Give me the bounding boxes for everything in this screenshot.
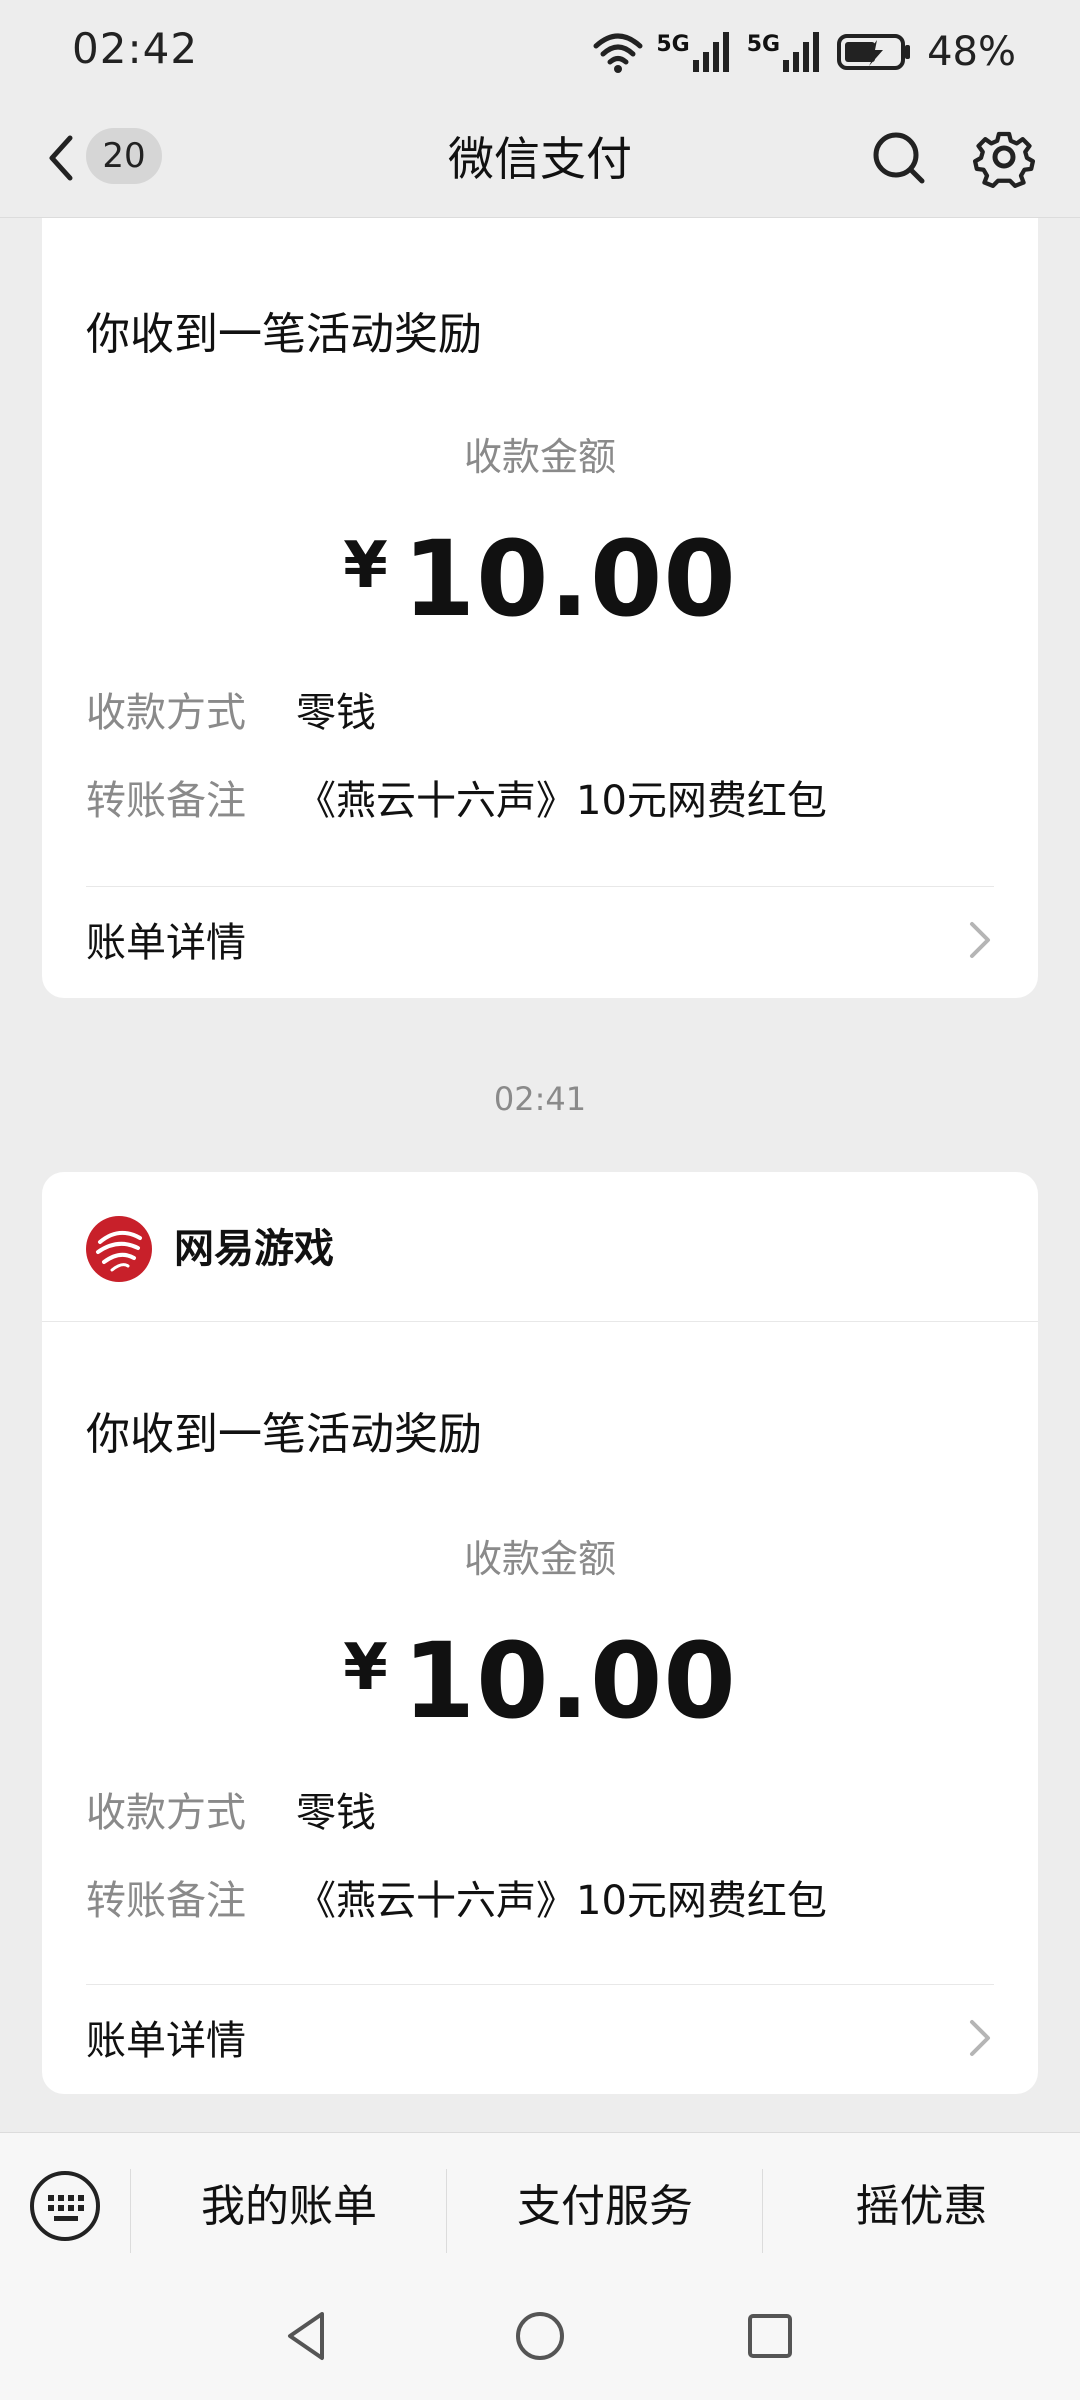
message-title: 你收到一笔活动奖励 [86, 309, 482, 360]
timestamp-divider: 02:41 [493, 1080, 587, 1118]
keyboard-icon[interactable] [28, 2169, 102, 2243]
sender-name: 网易游戏 [174, 1226, 334, 1272]
transfer-note-value: 《燕云十六声》10元网费红包 [296, 778, 827, 824]
bill-detail-label: 账单详情 [86, 2018, 246, 2064]
payment-method-label: 收款方式 [86, 690, 246, 736]
menu-payment-services[interactable]: 支付服务 [447, 2169, 763, 2245]
system-navigation-bar [0, 2276, 1080, 2400]
payment-method-row: 收款方式 零钱 [86, 680, 376, 736]
payment-method-value: 零钱 [296, 1790, 376, 1836]
chevron-right-icon [970, 2020, 990, 2056]
bottom-menu: 我的账单 支付服务 摇优惠 [0, 2132, 1080, 2276]
bill-detail-link[interactable]: 账单详情 [86, 888, 994, 988]
amount-label: 收款金额 [463, 1537, 616, 1581]
search-icon[interactable] [866, 122, 930, 192]
transfer-note-row: 转账备注 《燕云十六声》10元网费红包 [86, 768, 827, 824]
signal-5g-1: 5G [656, 32, 734, 72]
payment-method-label: 收款方式 [86, 1790, 246, 1836]
menu-my-bills[interactable]: 我的账单 [131, 2169, 447, 2245]
wifi-icon [593, 33, 643, 73]
nav-bar: 20 微信支付 [0, 100, 1080, 218]
amount-number: 10.00 [402, 1620, 737, 1742]
currency-symbol: ¥ [343, 1631, 389, 1705]
system-recents-icon[interactable] [740, 2306, 800, 2366]
status-time: 02:42 [72, 24, 199, 73]
bill-detail-link[interactable]: 账单详情 [86, 1986, 994, 2086]
back-icon[interactable] [40, 128, 80, 188]
netease-logo-icon [86, 1216, 152, 1282]
bill-detail-label: 账单详情 [86, 920, 246, 966]
chevron-right-icon [970, 922, 990, 958]
payment-method-value: 零钱 [296, 690, 376, 736]
system-home-icon[interactable] [510, 2306, 570, 2366]
signal-5g-2: 5G [747, 32, 825, 72]
transfer-note-label: 转账备注 [86, 1878, 246, 1924]
signal-bars-icon [783, 32, 820, 72]
transfer-note-value: 《燕云十六声》10元网费红包 [296, 1878, 827, 1924]
battery-icon [837, 34, 911, 70]
gear-icon[interactable] [972, 122, 1036, 192]
signal-bars-icon [692, 32, 729, 72]
battery-percentage: 48% [927, 29, 1016, 75]
menu-shake-offers[interactable]: 摇优惠 [763, 2169, 1080, 2245]
transfer-note-label: 转账备注 [86, 778, 246, 824]
amount-label: 收款金额 [463, 435, 616, 479]
payment-method-row: 收款方式 零钱 [86, 1780, 376, 1836]
status-icons: 5G 5G 48% [592, 24, 1016, 80]
message-card-2[interactable]: 网易游戏 你收到一笔活动奖励 收款金额 ¥10.00 收款方式 零钱 转账备注 《燕… [42, 1172, 1038, 2094]
transfer-note-row: 转账备注 《燕云十六声》10元网费红包 [86, 1868, 827, 1924]
amount-value: ¥10.00 [42, 518, 1038, 640]
divider [86, 886, 994, 887]
divider [86, 1984, 994, 1985]
page-title: 微信支付 [448, 132, 632, 186]
card-header[interactable]: 网易游戏 [42, 1172, 1038, 1322]
amount-number: 10.00 [402, 518, 737, 640]
currency-symbol: ¥ [343, 529, 389, 603]
status-bar: 02:42 5G 5G 48% [0, 0, 1080, 100]
message-title: 你收到一笔活动奖励 [86, 1409, 482, 1460]
system-back-icon[interactable] [278, 2306, 338, 2366]
amount-value: ¥10.00 [42, 1620, 1038, 1742]
message-card-1[interactable]: 你收到一笔活动奖励 收款金额 ¥10.00 收款方式 零钱 转账备注 《燕云十六声》… [42, 218, 1038, 998]
unread-count-badge[interactable]: 20 [86, 128, 162, 184]
